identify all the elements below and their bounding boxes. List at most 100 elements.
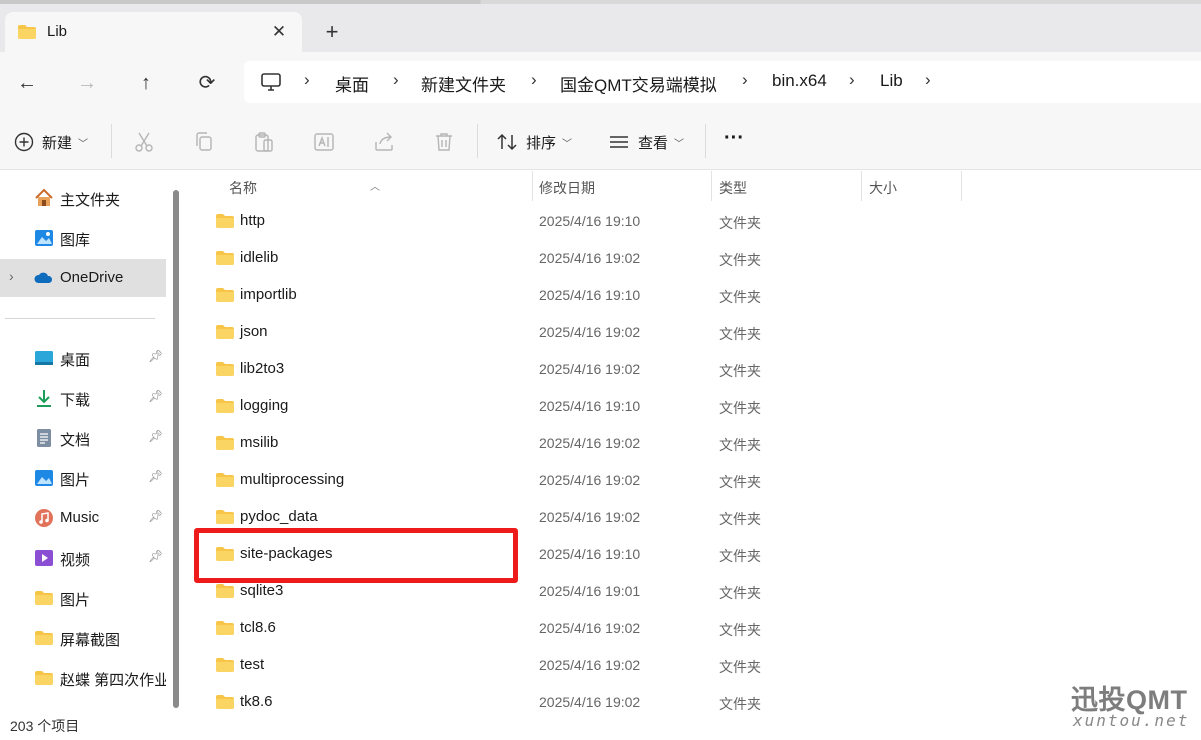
sidebar-item-music[interactable]: Music 📌︎ [0,499,166,537]
sidebar-label: 主文件夹 [60,192,121,209]
new-tab-button[interactable]: + [318,18,346,46]
breadcrumb-bin[interactable]: bin.x64 [772,71,827,91]
file-type: 文件夹 [719,474,761,490]
sidebar-item-homework[interactable]: 赵蝶 第四次作业 [0,659,166,697]
more-options-button[interactable]: ··· [724,124,744,152]
sort-button[interactable]: 排序 ﹀ [496,128,572,156]
sidebar-label: 图库 [60,232,91,249]
sidebar-item-documents[interactable]: 文档 📌︎ [0,419,166,457]
sidebar-item-onedrive[interactable]: › OneDrive [0,259,166,297]
video-icon [35,550,53,566]
chevron-down-icon: ﹀ [78,138,89,150]
sidebar-item-videos[interactable]: 视频 📌︎ [0,539,166,577]
pin-icon[interactable]: 📌︎ [148,429,163,443]
view-list-icon [610,136,628,148]
view-button[interactable]: 查看 ﹀ [608,128,684,156]
pin-icon[interactable]: 📌︎ [148,549,163,563]
file-name: importlib [240,286,297,303]
highlight-box [194,528,518,583]
file-row[interactable]: logging 2025/4/16 19:10 文件夹 [192,388,962,425]
file-name: pydoc_data [240,508,318,525]
new-button[interactable]: 新建 ﹀ [14,128,88,156]
address-bar[interactable]: › 桌面 › 新建文件夹 › 国金QMT交易端模拟 › bin.x64 › Li… [244,61,1201,103]
pin-icon[interactable]: 📌︎ [148,389,163,403]
file-type: 文件夹 [719,363,761,379]
copy-icon[interactable] [192,130,216,154]
share-icon[interactable] [372,130,396,154]
breadcrumb-separator-icon[interactable]: › [742,70,748,90]
close-tab-icon[interactable]: ✕ [267,20,291,44]
sidebar-label: 屏幕截图 [60,632,121,649]
file-name: idlelib [240,249,279,266]
sidebar-item-pictures[interactable]: 图片 📌︎ [0,459,166,497]
column-divider[interactable] [961,171,962,201]
plus-circle-icon [14,132,34,152]
breadcrumb-qmt[interactable]: 国金QMT交易端模拟 [560,71,717,96]
forward-button[interactable]: → [72,68,102,98]
file-modified: 2025/4/16 19:02 [539,657,641,673]
file-name: lib2to3 [240,360,285,377]
navigation-bar: ← → ↑ ⟳ › 桌面 › 新建文件夹 › 国金QMT交易端模拟 › bin.… [0,52,1201,112]
divider [111,124,112,158]
file-name: msilib [240,434,279,451]
sidebar-item-gallery[interactable]: 图库 [0,219,166,257]
file-row[interactable]: multiprocessing 2025/4/16 19:02 文件夹 [192,462,962,499]
chevron-right-icon[interactable]: › [9,268,14,284]
folder-icon [215,324,235,343]
file-row[interactable]: test 2025/4/16 19:02 文件夹 [192,647,962,684]
file-name: sqlite3 [240,582,284,599]
file-name: logging [240,397,289,414]
sidebar-item-folder-pictures[interactable]: 图片 [0,579,166,617]
breadcrumb-separator-icon[interactable]: › [393,70,399,90]
document-icon [37,429,51,447]
sidebar-label: 桌面 [60,352,91,369]
file-row[interactable]: tcl8.6 2025/4/16 19:02 文件夹 [192,610,962,647]
pin-icon[interactable]: 📌︎ [148,349,163,363]
refresh-button[interactable]: ⟳ [192,68,222,98]
column-header-modified[interactable]: 修改日期 [532,171,712,201]
sidebar-item-home[interactable]: 主文件夹 [0,179,166,217]
file-row[interactable]: json 2025/4/16 19:02 文件夹 [192,314,962,351]
pin-icon[interactable]: 📌︎ [148,469,163,483]
breadcrumb-new-folder[interactable]: 新建文件夹 [421,71,506,96]
up-button[interactable]: ↑ [131,68,161,98]
sidebar-label: 图片 [60,592,91,609]
file-row[interactable]: http 2025/4/16 19:10 文件夹 [192,203,962,240]
file-row[interactable]: msilib 2025/4/16 19:02 文件夹 [192,425,962,462]
sort-label: 排序 [526,134,557,152]
file-row[interactable]: lib2to3 2025/4/16 19:02 文件夹 [192,351,962,388]
file-row[interactable]: importlib 2025/4/16 19:10 文件夹 [192,277,962,314]
column-header-name[interactable]: 名称 ︿ [192,171,532,201]
column-header-size[interactable]: 大小 [861,171,961,201]
desktop-icon [35,351,53,365]
breadcrumb-separator-icon[interactable]: › [531,70,537,90]
sidebar-item-desktop[interactable]: 桌面 📌︎ [0,339,166,377]
sidebar-label: 下载 [60,392,91,409]
tab-lib[interactable]: Lib ✕ [5,12,302,52]
sidebar-scrollbar[interactable] [173,190,179,708]
sidebar-divider [5,318,155,319]
breadcrumb-separator-icon[interactable]: › [849,70,855,90]
sidebar-label: Music [60,509,100,526]
breadcrumb-desktop[interactable]: 桌面 [335,71,369,96]
breadcrumb-separator-icon[interactable]: › [925,70,931,90]
file-modified: 2025/4/16 19:02 [539,435,641,451]
folder-icon [215,213,235,232]
sidebar-item-screenshots[interactable]: 屏幕截图 [0,619,166,657]
cut-icon[interactable] [132,130,156,154]
paste-icon[interactable] [252,130,276,154]
file-modified: 2025/4/16 19:02 [539,694,641,710]
file-row[interactable]: idlelib 2025/4/16 19:02 文件夹 [192,240,962,277]
file-type: 文件夹 [719,289,761,305]
tab-title: Lib [47,23,68,40]
column-header-type[interactable]: 类型 [711,171,861,201]
delete-icon[interactable] [432,130,456,154]
pictures-icon [35,470,53,486]
folder-icon [215,361,235,380]
breadcrumb-lib[interactable]: Lib [880,71,903,91]
rename-icon[interactable] [312,130,336,154]
back-button[interactable]: ← [12,68,42,98]
pin-icon[interactable]: 📌︎ [148,509,163,523]
sidebar-item-downloads[interactable]: 下载 📌︎ [0,379,166,417]
file-modified: 2025/4/16 19:10 [539,398,641,414]
